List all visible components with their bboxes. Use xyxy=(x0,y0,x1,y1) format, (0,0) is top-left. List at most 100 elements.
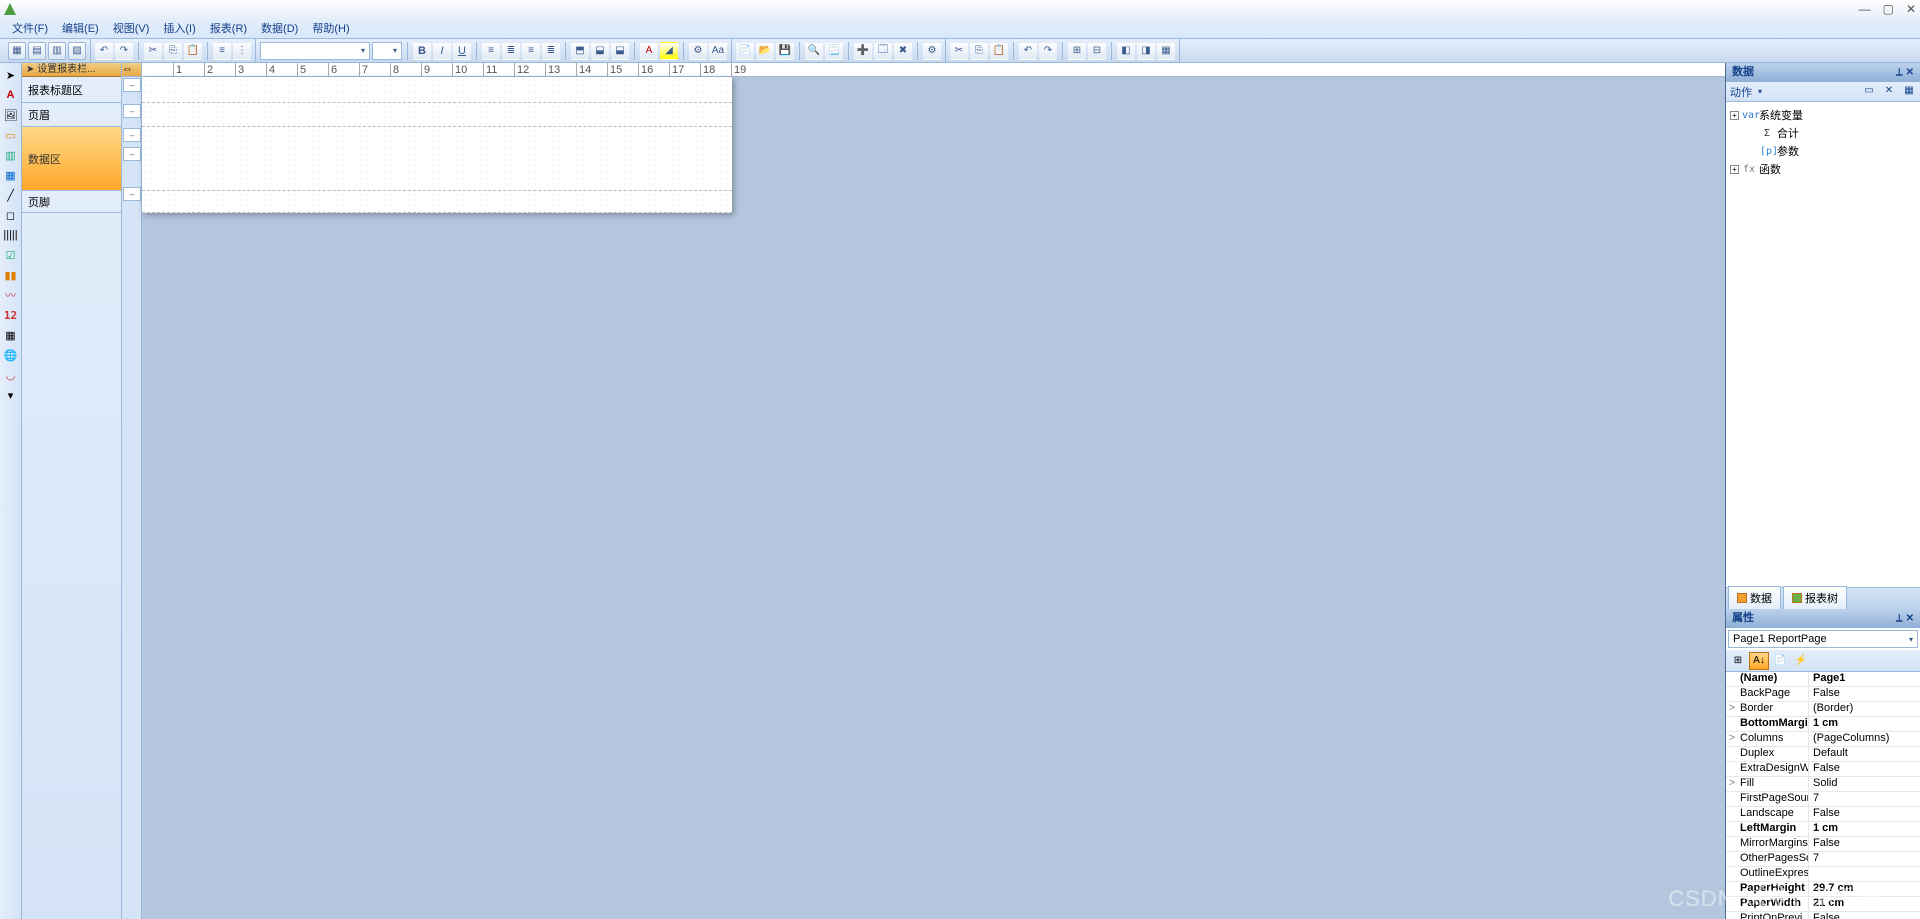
menu-item[interactable]: 数据(D) xyxy=(255,18,304,38)
band-section[interactable]: 页眉 xyxy=(22,103,121,127)
prop-expand[interactable] xyxy=(1726,717,1738,731)
align-left-button[interactable]: ≡ xyxy=(482,42,500,60)
prop-expand[interactable] xyxy=(1726,882,1738,896)
property-row[interactable]: LandscapeFalse xyxy=(1726,807,1920,822)
newdialog-button[interactable]: 🗔 xyxy=(874,42,892,60)
more-tool[interactable]: ▾ xyxy=(3,387,19,403)
page-button[interactable]: 📃 xyxy=(825,42,843,60)
property-row[interactable]: OtherPagesSou7 xyxy=(1726,852,1920,867)
prop-expand[interactable] xyxy=(1726,912,1738,919)
close-button[interactable]: ✕ xyxy=(1906,2,1916,16)
prop-object-combo[interactable]: Page1 ReportPage ▾ xyxy=(1728,630,1918,648)
misc3-button[interactable]: ▦ xyxy=(1157,42,1175,60)
menu-item[interactable]: 报表(R) xyxy=(204,18,253,38)
property-row[interactable]: (Name)Page1 xyxy=(1726,672,1920,687)
actions-label[interactable]: 动作 xyxy=(1730,84,1752,100)
prop-expand[interactable] xyxy=(1726,837,1738,851)
minimize-button[interactable]: — xyxy=(1859,2,1871,16)
prop-close-icon[interactable]: ✕ xyxy=(1906,613,1914,624)
prop-value[interactable]: False xyxy=(1808,912,1920,919)
prop-expand[interactable] xyxy=(1726,762,1738,776)
subreport-tool[interactable]: ▥ xyxy=(3,147,19,163)
prop-value[interactable]: False xyxy=(1808,837,1920,851)
redo2-button[interactable]: ↷ xyxy=(1039,42,1057,60)
tree-node[interactable]: [p]参数 xyxy=(1730,142,1916,160)
prop-expand[interactable]: > xyxy=(1726,777,1738,791)
menu-item[interactable]: 编辑(E) xyxy=(56,18,105,38)
prop-events-button[interactable]: ⚡ xyxy=(1791,652,1811,670)
act-btn-1[interactable]: ▭ xyxy=(1862,85,1876,99)
horizontal-ruler[interactable]: 12345678910111213141516171819 xyxy=(142,63,1725,77)
page-band[interactable] xyxy=(142,77,732,103)
menu-item[interactable]: 插入(I) xyxy=(157,18,201,38)
prop-expand[interactable] xyxy=(1726,747,1738,761)
prop-value[interactable]: False xyxy=(1808,807,1920,821)
gutter-collapse[interactable]: – xyxy=(123,147,141,161)
valign-bot-button[interactable]: ⬓ xyxy=(611,42,629,60)
barcode-tool[interactable]: ||||| xyxy=(3,227,19,243)
grid3-button[interactable]: ▥ xyxy=(48,42,66,60)
cut-button[interactable]: ✂ xyxy=(144,42,162,60)
prop-az-button[interactable]: A↓ xyxy=(1749,652,1769,670)
copy-button[interactable]: ⎘ xyxy=(164,42,182,60)
prop-value[interactable]: False xyxy=(1808,687,1920,701)
prop-value[interactable]: (PageColumns) xyxy=(1808,732,1920,746)
property-row[interactable]: BottomMargin1 cm xyxy=(1726,717,1920,732)
prop-expand[interactable]: > xyxy=(1726,732,1738,746)
band-section[interactable]: 报表标题区 xyxy=(22,77,121,103)
fmt2-button[interactable]: ⋮ xyxy=(233,42,251,60)
picture-tool[interactable]: 🖼 xyxy=(3,107,19,123)
cell-tool[interactable]: ▦ xyxy=(3,327,19,343)
prop-value[interactable]: Solid xyxy=(1808,777,1920,791)
property-row[interactable]: >FillSolid xyxy=(1726,777,1920,792)
prop-value[interactable]: Default xyxy=(1808,747,1920,761)
table-tool[interactable]: ▦ xyxy=(3,167,19,183)
spark-tool[interactable]: 〰 xyxy=(3,287,19,303)
prop-pages-button[interactable]: 📄 xyxy=(1770,652,1790,670)
valign-top-button[interactable]: ⬒ xyxy=(571,42,589,60)
act-btn-2[interactable]: ✕ xyxy=(1882,85,1896,99)
property-row[interactable]: BackPageFalse xyxy=(1726,687,1920,702)
prop-value[interactable] xyxy=(1808,867,1920,881)
page-band[interactable] xyxy=(142,127,732,191)
fmt1-button[interactable]: ≡ xyxy=(213,42,231,60)
property-row[interactable]: DuplexDefault xyxy=(1726,747,1920,762)
page-band[interactable] xyxy=(142,103,732,127)
open-button[interactable]: 📂 xyxy=(756,42,774,60)
expand-icon[interactable]: + xyxy=(1730,165,1739,174)
fontcolor-button[interactable]: A xyxy=(640,42,658,60)
gutter-collapse[interactable]: – xyxy=(123,187,141,201)
prop-value[interactable]: 1 cm xyxy=(1808,822,1920,836)
map-tool[interactable]: 🌐 xyxy=(3,347,19,363)
paste2-button[interactable]: 📋 xyxy=(990,42,1008,60)
preview-button[interactable]: 🔍 xyxy=(805,42,823,60)
grid2-button[interactable]: ▤ xyxy=(28,42,46,60)
prop-expand[interactable] xyxy=(1726,897,1738,911)
property-grid[interactable]: (Name)Page1BackPageFalse>Border(Border)B… xyxy=(1726,672,1920,919)
prop-expand[interactable] xyxy=(1726,687,1738,701)
misc1-button[interactable]: ◧ xyxy=(1117,42,1135,60)
prop-value[interactable]: False xyxy=(1808,762,1920,776)
pointer-tool[interactable]: ➤ xyxy=(3,67,19,83)
tree-node[interactable]: +var系统变量 xyxy=(1730,106,1916,124)
pin-icon[interactable]: ⟂ xyxy=(1896,67,1903,78)
act-btn-3[interactable]: ▦ xyxy=(1902,85,1916,99)
align-center-button[interactable]: ≣ xyxy=(502,42,520,60)
property-row[interactable]: ExtraDesignWiFalse xyxy=(1726,762,1920,777)
group-button[interactable]: ⊞ xyxy=(1068,42,1086,60)
newpage-button[interactable]: ➕ xyxy=(854,42,872,60)
prop-expand[interactable] xyxy=(1726,852,1738,866)
gauge-tool[interactable]: ◡ xyxy=(3,367,19,383)
property-row[interactable]: LeftMargin1 cm xyxy=(1726,822,1920,837)
gutter-collapse[interactable]: – xyxy=(123,104,141,118)
format-button[interactable]: ⚙ xyxy=(689,42,707,60)
misc2-button[interactable]: ◨ xyxy=(1137,42,1155,60)
close-panel-icon[interactable]: ✕ xyxy=(1906,67,1914,78)
save-button[interactable]: 💾 xyxy=(776,42,794,60)
band-tool[interactable]: ▭ xyxy=(3,127,19,143)
grid4-button[interactable]: ▧ xyxy=(68,42,86,60)
tree-node[interactable]: Σ合计 xyxy=(1730,124,1916,142)
underline-button[interactable]: U xyxy=(453,42,471,60)
prop-value[interactable]: 1 cm xyxy=(1808,717,1920,731)
delpage-button[interactable]: ✖ xyxy=(894,42,912,60)
